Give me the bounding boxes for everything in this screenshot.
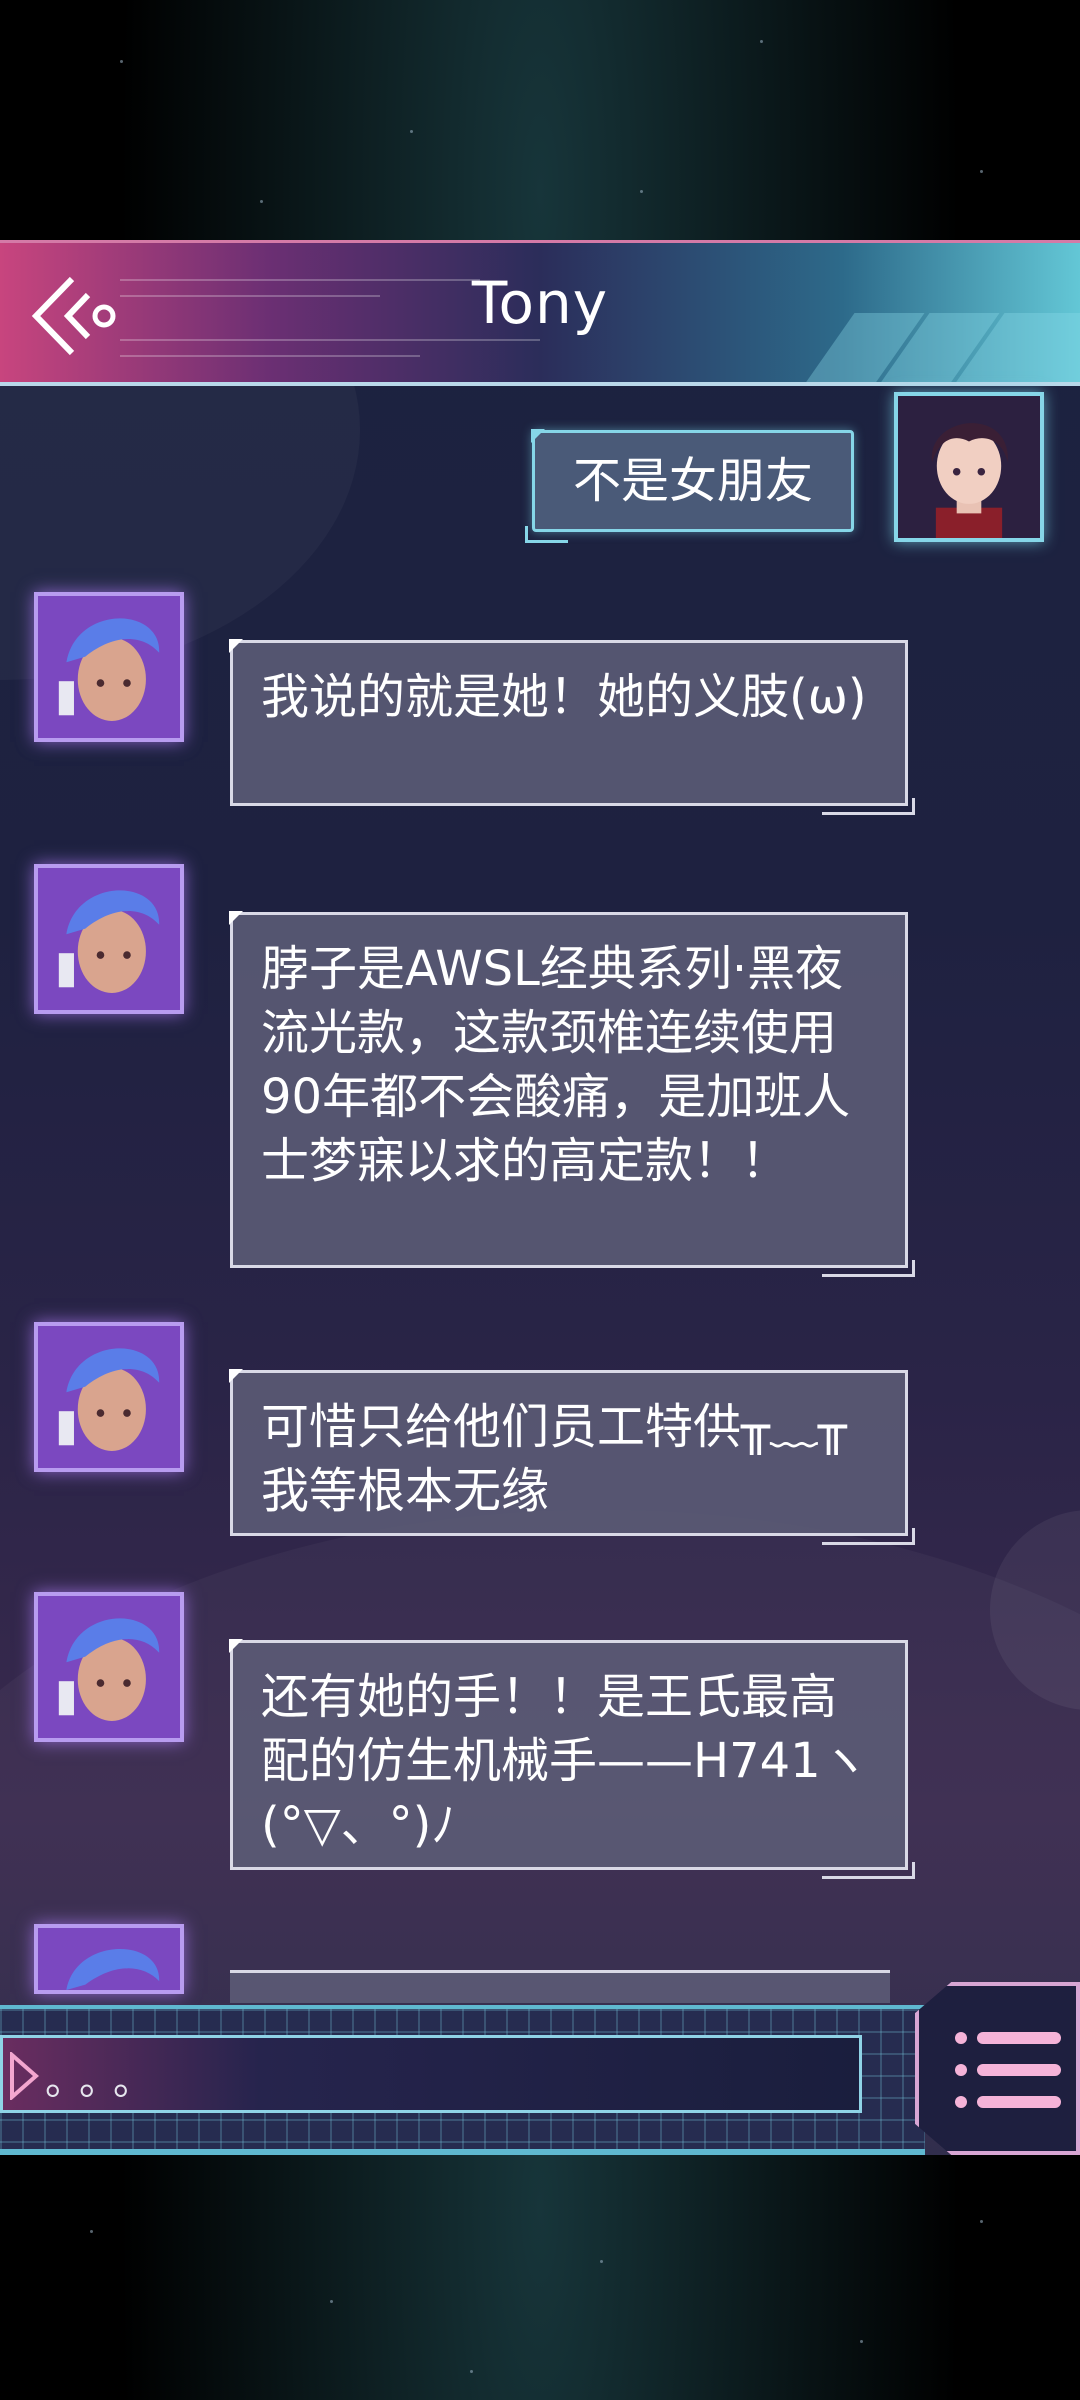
message-bubble-npc: 脖子是AWSL经典系列·黑夜流光款，这款颈椎连续使用90年都不会酸痛，是加班人士… <box>230 912 915 1277</box>
message-bubble-npc: 我说的就是她！她的义肢(ω) <box>230 640 915 815</box>
chat-header: Tony <box>0 240 1080 386</box>
chat-title: Tony <box>471 269 609 337</box>
chat-input[interactable]: 。。。 <box>0 2035 862 2113</box>
message-text: 我说的就是她！她的义肢(ω) <box>261 669 867 725</box>
npc-portrait-icon <box>38 1326 180 1468</box>
message-text: 可惜只给他们员工特供╥﹏╥我等根本无缘 <box>261 1399 847 1519</box>
menu-list-icon <box>955 2032 1061 2108</box>
input-placeholder: 。。。 <box>45 2058 167 2104</box>
message-text: 还有她的手！！是王氏最高配的仿生机械手——H741ヽ(°▽、°)ﾉ <box>261 1669 869 1853</box>
play-triangle-icon <box>10 2052 39 2100</box>
message-bubble-partial <box>230 1970 890 2003</box>
message-text: 不是女朋友 <box>572 453 813 509</box>
npc-avatar[interactable] <box>34 592 184 742</box>
npc-avatar[interactable] <box>34 1322 184 1472</box>
message-bubble-player: 不是女朋友 <box>525 430 854 543</box>
npc-portrait-icon <box>38 596 180 738</box>
player-avatar[interactable] <box>894 392 1044 542</box>
npc-avatar[interactable] <box>34 864 184 1014</box>
npc-avatar[interactable] <box>34 1592 184 1742</box>
npc-portrait-icon <box>38 1596 180 1738</box>
player-portrait-icon <box>898 396 1040 538</box>
npc-avatar-partial <box>34 1924 184 1994</box>
menu-button[interactable] <box>915 1982 1080 2155</box>
message-bubble-npc: 还有她的手！！是王氏最高配的仿生机械手——H741ヽ(°▽、°)ﾉ <box>230 1640 915 1879</box>
message-bubble-npc: 可惜只给他们员工特供╥﹏╥我等根本无缘 <box>230 1370 915 1545</box>
npc-portrait-icon <box>38 1928 180 1990</box>
npc-portrait-icon <box>38 868 180 1010</box>
message-text: 脖子是AWSL经典系列·黑夜流光款，这款颈椎连续使用90年都不会酸痛，是加班人士… <box>261 941 851 1189</box>
